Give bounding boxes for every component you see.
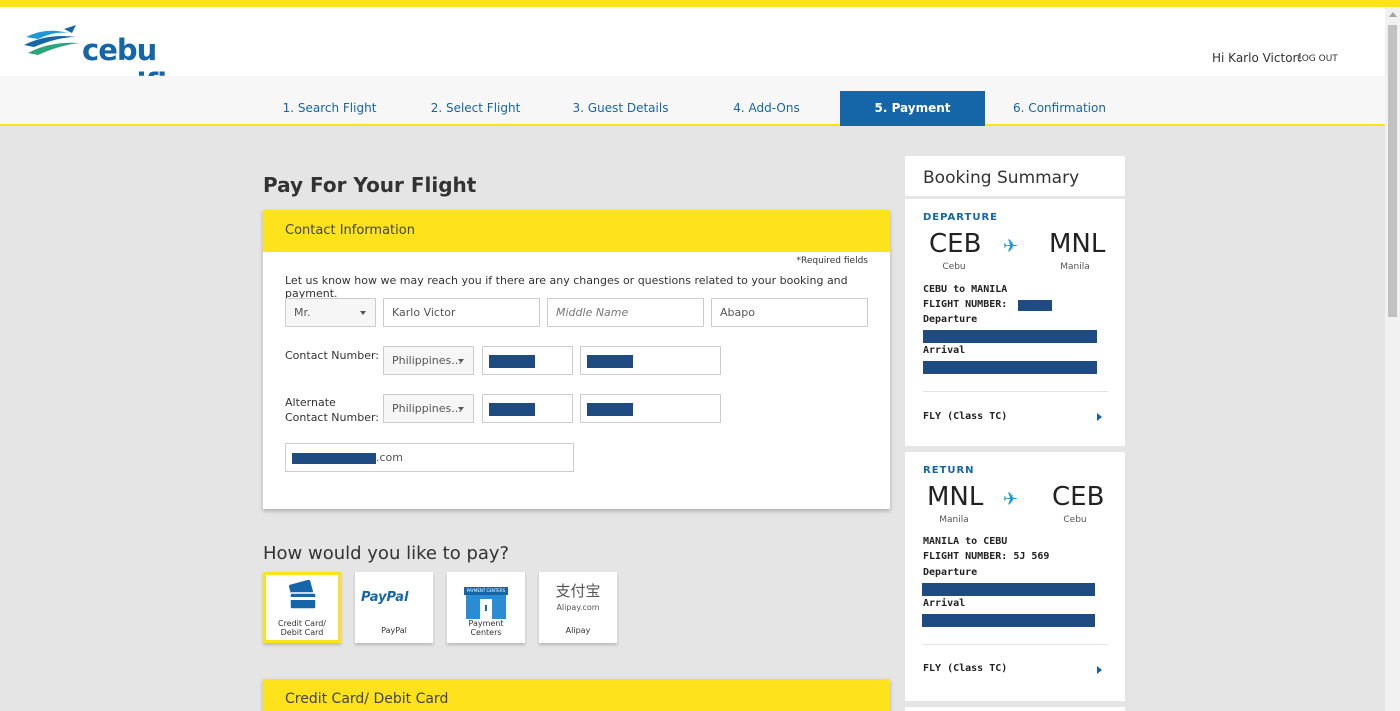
page-scrollbar[interactable]: [1385, 7, 1400, 711]
scrollbar-thumb[interactable]: [1388, 25, 1397, 317]
redacted-block: [1018, 300, 1052, 311]
alternate-country-select[interactable]: Philippines...: [383, 394, 474, 423]
return-departure-time-label: Departure: [923, 567, 978, 578]
redacted-block: [923, 361, 1097, 374]
booking-summary-title: Booking Summary: [923, 168, 1080, 188]
return-label: RETURN: [923, 465, 975, 476]
redacted-block: [587, 403, 633, 416]
summary-divider: [905, 196, 1125, 199]
contact-helper-text: Let us know how we may reach you if ther…: [285, 274, 848, 300]
step-guest-details[interactable]: 3. Guest Details: [554, 91, 687, 126]
booking-steps-nav: 1. Search Flight 2. Select Flight 3. Gue…: [0, 76, 1385, 126]
pay-option-label: Centers: [470, 628, 502, 637]
alternate-contact-label: Alternate Contact Number:: [285, 396, 379, 424]
cebu-pacific-logo[interactable]: cebu pacific: [24, 23, 254, 101]
pay-option-alipay[interactable]: 支付宝 Alipay.com Alipay: [539, 572, 617, 643]
scroll-up-arrow-icon[interactable]: [1389, 12, 1397, 17]
step-payment[interactable]: 5. Payment: [840, 91, 985, 126]
payment-centers-sign: PAYMENT CENTERS: [466, 588, 506, 593]
step-select-flight[interactable]: 2. Select Flight: [409, 91, 542, 126]
email-domain-suffix: .com: [376, 451, 403, 464]
pay-option-label: Debit Card: [280, 628, 324, 637]
pay-option-paypal[interactable]: PayPal PayPal: [355, 572, 433, 643]
redacted-block: [923, 330, 1097, 343]
redacted-block: [292, 453, 376, 464]
return-origin-city: Manila: [939, 515, 969, 525]
return-flight-number: 5J 569: [1013, 551, 1050, 562]
alternate-number-field[interactable]: [580, 394, 721, 423]
step-add-ons[interactable]: 4. Add-Ons: [700, 91, 833, 126]
pay-option-payment-centers[interactable]: PAYMENT CENTERS Payment Centers: [447, 572, 525, 643]
return-route: MANILA to CEBU: [923, 536, 1008, 547]
contact-number-label: Contact Number:: [285, 349, 379, 362]
departure-destination-city: Manila: [1060, 262, 1090, 272]
title-select-value: Mr.: [294, 306, 311, 319]
pay-option-label: Alipay: [565, 626, 591, 635]
chevron-down-icon: [360, 311, 366, 315]
redacted-block: [587, 355, 633, 368]
payment-method-title: How would you like to pay?: [263, 543, 510, 564]
first-name-field[interactable]: Karlo Victor: [383, 298, 540, 327]
departure-destination-code: MNL: [1049, 229, 1106, 259]
alipay-domain: Alipay.com: [556, 603, 600, 612]
chevron-right-icon[interactable]: [1097, 666, 1102, 674]
alipay-logo: 支付宝: [555, 582, 601, 600]
chevron-right-icon[interactable]: [1097, 413, 1102, 421]
contact-number-field[interactable]: [580, 346, 721, 375]
departure-origin-code: CEB: [929, 229, 982, 259]
departure-origin-city: Cebu: [942, 262, 966, 272]
redacted-block: [489, 355, 535, 368]
contact-country-value: Philippines...: [392, 354, 462, 367]
departure-route: CEBU to MANILA: [923, 284, 1008, 295]
return-fare-class[interactable]: FLY (Class TC): [923, 663, 1007, 674]
return-destination-city: Cebu: [1063, 515, 1087, 525]
departure-fare-class[interactable]: FLY (Class TC): [923, 411, 1007, 422]
redacted-block: [489, 403, 535, 416]
alternate-country-value: Philippines...: [392, 402, 462, 415]
summary-divider: [905, 701, 1125, 707]
departure-label: DEPARTURE: [923, 212, 999, 223]
booking-summary-panel: Booking Summary DEPARTURE CEB Cebu ✈ MNL…: [905, 156, 1125, 711]
paypal-logo: PayPal: [361, 590, 409, 605]
chevron-down-icon: [458, 359, 464, 363]
summary-divider: [905, 446, 1125, 452]
card-payment-header: Credit Card/ Debit Card: [263, 679, 890, 711]
arrival-time-label: Arrival: [923, 345, 966, 356]
title-select[interactable]: Mr.: [285, 298, 376, 327]
step-confirmation[interactable]: 6. Confirmation: [993, 91, 1126, 126]
return-origin-code: MNL: [927, 482, 984, 512]
departure-flight-number-label: FLIGHT NUMBER:: [923, 299, 1008, 310]
page-title: Pay For Your Flight: [263, 173, 477, 197]
last-name-field[interactable]: Abapo: [711, 298, 868, 327]
top-accent-stripe: [0, 0, 1400, 7]
contact-area-code-field[interactable]: [482, 346, 573, 375]
bird-logo-icon: [24, 25, 80, 55]
return-destination-code: CEB: [1052, 482, 1105, 512]
redacted-block: [922, 614, 1095, 627]
plane-icon: ✈: [1003, 489, 1019, 510]
summary-divider: [923, 391, 1108, 392]
user-greeting: Hi Karlo Victor!: [1212, 51, 1303, 65]
contact-country-select[interactable]: Philippines...: [383, 346, 474, 375]
alternate-area-code-field[interactable]: [482, 394, 573, 423]
site-header: cebu pacific Hi Karlo Victor! LOG OUT: [0, 7, 1385, 101]
email-field[interactable]: .com: [285, 443, 574, 472]
redacted-block: [922, 583, 1095, 596]
chevron-down-icon: [458, 407, 464, 411]
credit-card-icon: [289, 580, 317, 610]
pay-option-credit-card[interactable]: Credit Card/ Debit Card: [263, 572, 341, 643]
logout-link[interactable]: LOG OUT: [1297, 54, 1338, 64]
pay-option-label: PayPal: [381, 626, 407, 635]
plane-icon: ✈: [1003, 236, 1019, 257]
return-flight-number-label: FLIGHT NUMBER: 5J 569: [923, 551, 1050, 562]
departure-time-label: Departure: [923, 314, 978, 325]
contact-information-card: Contact Information *Required fields Let…: [263, 210, 890, 509]
contact-card-header: Contact Information: [263, 210, 890, 252]
summary-divider: [923, 644, 1108, 645]
middle-name-field[interactable]: Middle Name: [547, 298, 704, 327]
return-arrival-time-label: Arrival: [923, 598, 966, 609]
required-fields-note: *Required fields: [796, 256, 868, 266]
step-search-flight[interactable]: 1. Search Flight: [263, 91, 396, 126]
card-payment-section: Credit Card/ Debit Card: [263, 679, 890, 711]
